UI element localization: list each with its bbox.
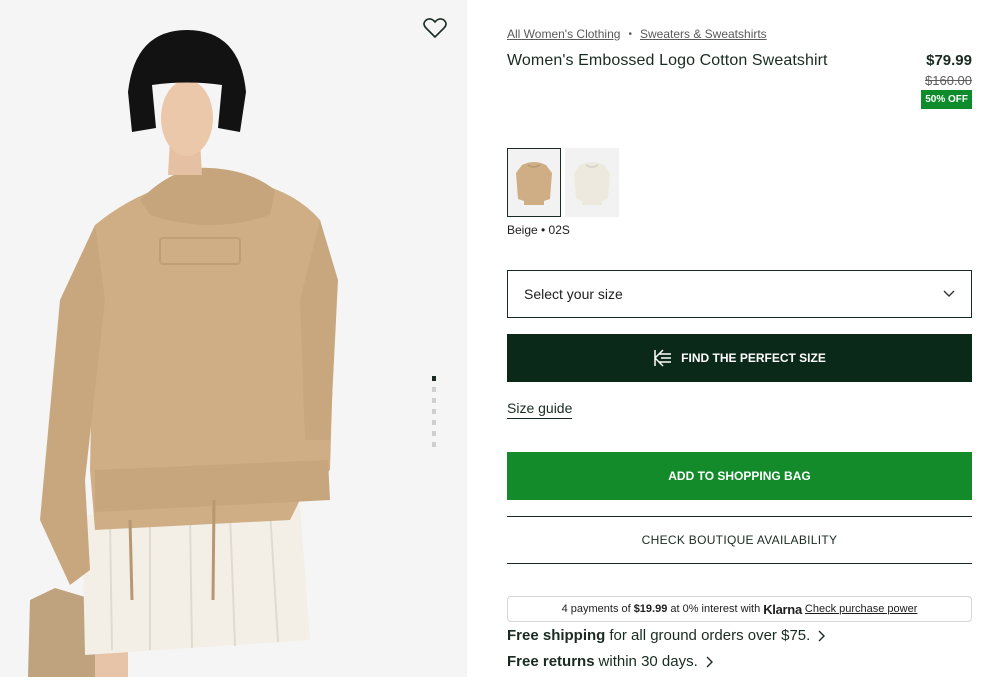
add-to-bag-button[interactable]: ADD TO SHOPPING BAG [507,452,972,500]
check-purchase-power-link[interactable]: Check purchase power [805,603,918,615]
free-shipping-link[interactable]: Free shipping for all ground orders over… [507,627,826,644]
free-returns-link[interactable]: Free returns within 30 days. [507,653,713,670]
product-title: Women's Embossed Logo Cotton Sweatshirt [507,52,828,69]
kiwi-size-icon [654,349,672,367]
white-sweatshirt-thumbnail [574,161,610,205]
find-perfect-size-label: FIND THE PERFECT SIZE [681,351,826,365]
find-perfect-size-button[interactable]: FIND THE PERFECT SIZE [507,334,972,382]
product-page: All Women's Clothing • Sweaters & Sweats… [0,0,982,690]
selected-color-label: Beige • 02S [507,223,570,237]
klarna-prefix: 4 payments of [561,603,631,615]
klarna-logo: Klarna [763,601,802,617]
free-returns-bold: Free returns [507,653,595,670]
check-boutique-label: CHECK BOUTIQUE AVAILABILITY [641,533,838,547]
product-photo [0,0,467,677]
price-box: $79.99 $160.00 50% OFF [921,52,972,109]
breadcrumb: All Women's Clothing • Sweaters & Sweats… [507,27,767,41]
size-select[interactable]: Select your size [507,270,972,318]
klarna-amount: $19.99 [633,603,668,615]
gallery-pagination [432,376,438,447]
gallery-dot[interactable] [432,409,436,414]
swatch-white[interactable] [565,148,619,217]
breadcrumb-separator: • [628,28,632,40]
current-price: $79.99 [926,52,972,69]
check-boutique-button[interactable]: CHECK BOUTIQUE AVAILABILITY [507,516,972,564]
size-select-placeholder: Select your size [524,286,623,302]
product-image-gallery[interactable] [0,0,467,677]
gallery-dot[interactable] [432,431,436,436]
wishlist-button[interactable] [421,14,449,42]
chevron-down-icon [943,290,955,297]
gallery-dot[interactable] [432,420,436,425]
beige-sweatshirt-thumbnail [516,161,552,205]
original-price: $160.00 [925,73,972,88]
color-swatches [507,148,619,217]
swatch-beige[interactable] [507,148,561,217]
chevron-right-icon [706,656,713,667]
free-returns-text: within 30 days. [598,653,698,670]
gallery-dot[interactable] [432,398,436,403]
chevron-right-icon [818,630,826,641]
gallery-dot[interactable] [432,442,436,447]
gallery-dot[interactable] [432,376,436,381]
free-shipping-bold: Free shipping [507,627,606,644]
heart-icon [423,18,447,39]
discount-badge: 50% OFF [921,90,972,109]
add-to-bag-label: ADD TO SHOPPING BAG [668,469,811,483]
breadcrumb-all-womens-clothing[interactable]: All Women's Clothing [507,27,620,41]
free-shipping-text: for all ground orders over $75. [609,627,811,644]
gallery-dot[interactable] [432,387,436,392]
klarna-banner: 4 payments of $19.99 at 0% interest with… [507,596,972,622]
breadcrumb-sweaters[interactable]: Sweaters & Sweatshirts [640,27,767,41]
klarna-middle: at 0% interest with [670,603,761,615]
size-guide-link[interactable]: Size guide [507,400,573,419]
